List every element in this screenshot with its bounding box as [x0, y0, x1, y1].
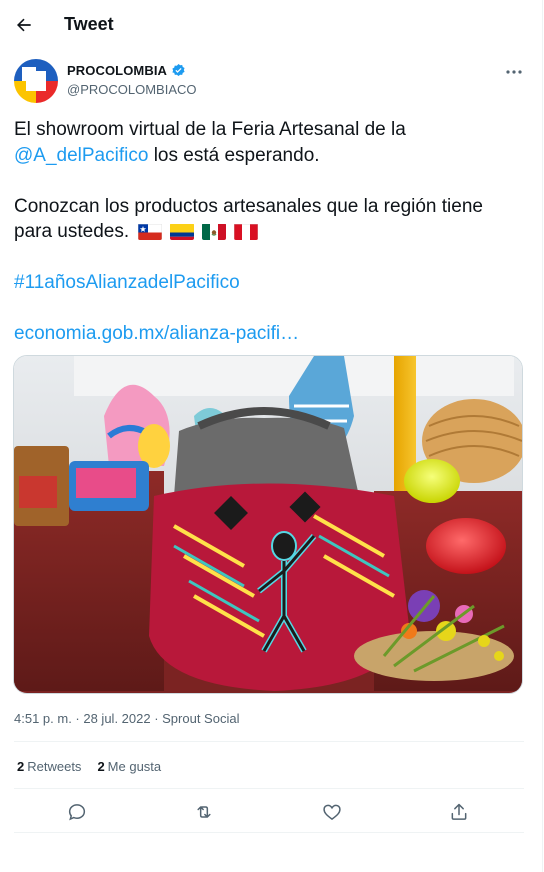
retweet-button[interactable]	[189, 797, 219, 827]
avatar[interactable]	[14, 59, 58, 103]
peru-flag-icon	[234, 223, 259, 240]
share-button[interactable]	[444, 797, 474, 827]
author-handle[interactable]: @PROCOLOMBIACO	[67, 82, 197, 97]
tweet-paragraph-3: #11añosAlianzadelPacifico	[14, 270, 524, 296]
mexico-flag-icon	[202, 223, 227, 240]
likes-count: 2	[97, 759, 105, 774]
like-icon	[323, 804, 341, 821]
share-icon	[451, 803, 467, 820]
divider	[14, 741, 524, 742]
flag-emojis	[138, 223, 259, 240]
external-link[interactable]: economia.gob.mx/alianza-pacifi…	[14, 323, 299, 344]
like-button[interactable]	[317, 797, 347, 827]
back-button[interactable]	[8, 9, 40, 41]
tweet-timestamp[interactable]: 4:51 p. m. · 28 jul. 2022 · Sprout Socia…	[14, 711, 239, 726]
divider	[14, 788, 524, 789]
retweets-stat[interactable]: 2 Retweets	[17, 759, 81, 774]
tweet-line-2: los está esperando.	[148, 144, 320, 166]
page-title: Tweet	[64, 14, 114, 34]
tweet-photo[interactable]	[13, 355, 523, 694]
procolombia-logo	[14, 59, 58, 103]
chile-flag-icon	[138, 223, 163, 240]
hashtag-link[interactable]: #11añosAlianzadelPacifico	[14, 272, 240, 293]
more-button[interactable]	[500, 62, 528, 82]
tweet-page: Tweet PROCOLOMBIA @PROCOLOMBIACO El show…	[0, 0, 543, 872]
verified-badge-icon	[172, 63, 185, 76]
retweets-label: Retweets	[27, 759, 82, 774]
tweet-line-1: El showroom virtual de la Feria Artesana…	[14, 119, 406, 140]
action-bar	[14, 794, 524, 830]
colombia-flag-icon	[170, 223, 195, 240]
likes-label: Me gusta	[107, 759, 162, 774]
retweet-icon	[197, 806, 211, 818]
more-icon	[506, 70, 522, 74]
tweet-paragraph-4: economia.gob.mx/alianza-pacifi…	[14, 321, 524, 347]
page-header: Tweet	[0, 0, 542, 50]
retweets-count: 2	[17, 759, 25, 774]
divider	[14, 832, 524, 833]
tweet-paragraph-1: El showroom virtual de la Feria Artesana…	[14, 117, 524, 168]
likes-stat[interactable]: 2 Me gusta	[97, 759, 161, 774]
tweet-paragraph-2: Conozcan los productos artesanales que l…	[14, 194, 524, 245]
handicraft-bag-photo	[14, 356, 522, 693]
reply-icon	[68, 804, 86, 821]
author-name[interactable]: PROCOLOMBIA	[67, 63, 167, 78]
tweet-stats: 2 Retweets 2 Me gusta	[17, 759, 161, 774]
reply-button[interactable]	[62, 797, 92, 827]
mention-link[interactable]: @A_delPacifico	[14, 145, 148, 166]
back-arrow-icon	[17, 18, 31, 32]
tweet-text: El showroom virtual de la Feria Artesana…	[14, 117, 524, 347]
author-name-row[interactable]: PROCOLOMBIA	[67, 63, 186, 78]
